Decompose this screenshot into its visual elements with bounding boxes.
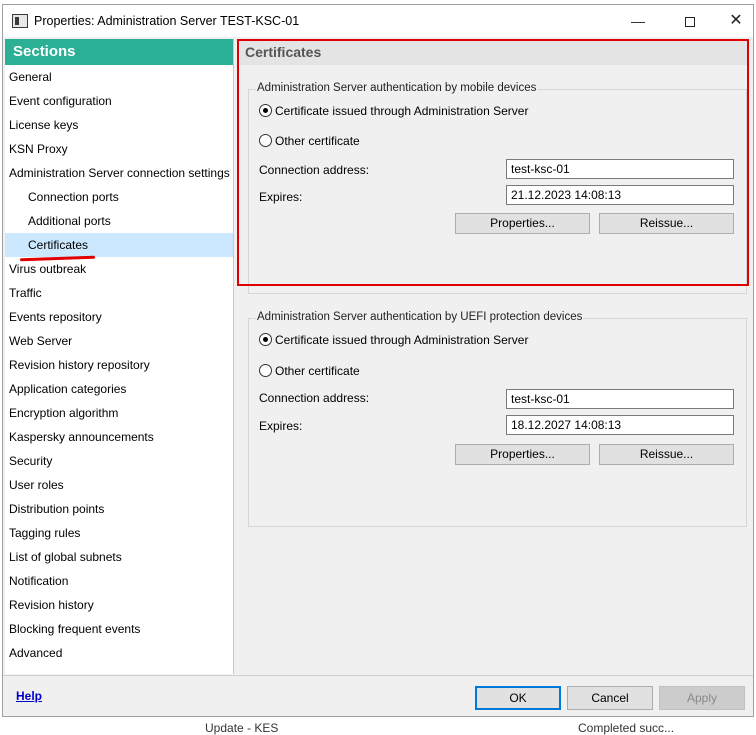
apply-button[interactable]: Apply	[659, 686, 745, 710]
sidebar-item-blocking-frequent-events[interactable]: Blocking frequent events	[5, 617, 233, 641]
cancel-button[interactable]: Cancel	[567, 686, 653, 710]
uefi-connection-address-field[interactable]: test-ksc-01	[506, 389, 734, 409]
sidebar-item-traffic[interactable]: Traffic	[5, 281, 233, 305]
sidebar-item-connection-settings[interactable]: Administration Server connection setting…	[5, 161, 233, 185]
ok-button[interactable]: OK	[475, 686, 561, 710]
window-app-icon	[12, 14, 28, 28]
minimize-button[interactable]: —	[615, 5, 661, 37]
sidebar-item-user-roles[interactable]: User roles	[5, 473, 233, 497]
maximize-button[interactable]	[667, 5, 713, 37]
sidebar-item-event-configuration[interactable]: Event configuration	[5, 89, 233, 113]
sidebar-item-global-subnets[interactable]: List of global subnets	[5, 545, 233, 569]
window-title: Properties: Administration Server TEST-K…	[34, 14, 300, 28]
uefi-connection-address-label: Connection address:	[259, 391, 370, 405]
sidebar-item-application-categories[interactable]: Application categories	[5, 377, 233, 401]
sidebar-item-events-repository[interactable]: Events repository	[5, 305, 233, 329]
radio-checked-icon	[259, 333, 272, 346]
sidebar-item-license-keys[interactable]: License keys	[5, 113, 233, 137]
sidebar-item-certificates[interactable]: Certificates	[5, 233, 233, 257]
uefi-auth-group: Administration Server authentication by …	[248, 311, 747, 527]
radio-unchecked-icon	[259, 364, 272, 377]
sidebar-item-additional-ports[interactable]: Additional ports	[5, 209, 233, 233]
sidebar-item-tagging-rules[interactable]: Tagging rules	[5, 521, 233, 545]
sidebar-item-connection-ports[interactable]: Connection ports	[5, 185, 233, 209]
annotation-highlight-box	[237, 39, 749, 286]
uefi-option-other-radio[interactable]: Other certificate	[259, 364, 360, 378]
uefi-expires-label: Expires:	[259, 419, 303, 433]
background-task-label: Update - KES	[205, 721, 279, 735]
maximize-icon	[685, 17, 695, 28]
uefi-option-other-label: Other certificate	[275, 364, 360, 378]
uefi-reissue-button[interactable]: Reissue...	[599, 444, 734, 465]
sections-header: Sections	[5, 39, 233, 65]
sidebar-item-encryption-algorithm[interactable]: Encryption algorithm	[5, 401, 233, 425]
uefi-option-issued-label: Certificate issued through Administratio…	[275, 333, 529, 347]
uefi-option-issued-radio[interactable]: Certificate issued through Administratio…	[259, 333, 528, 347]
sidebar-item-kaspersky-announcements[interactable]: Kaspersky announcements	[5, 425, 233, 449]
sidebar-item-revision-history-repository[interactable]: Revision history repository	[5, 353, 233, 377]
properties-dialog: Properties: Administration Server TEST-K…	[2, 4, 754, 717]
sidebar-item-advanced[interactable]: Advanced	[5, 641, 233, 665]
dialog-footer: Help OK Cancel Apply	[3, 675, 753, 716]
background-taskbar-row: Update - KES Completed succ...	[0, 718, 756, 735]
sections-sidebar: Sections General Event configuration Lic…	[5, 39, 234, 674]
background-task-status: Completed succ...	[578, 721, 675, 735]
title-bar[interactable]: Properties: Administration Server TEST-K…	[3, 5, 753, 37]
sidebar-item-ksn-proxy[interactable]: KSN Proxy	[5, 137, 233, 161]
close-button[interactable]: ✕	[713, 5, 756, 37]
sidebar-item-web-server[interactable]: Web Server	[5, 329, 233, 353]
uefi-expires-field[interactable]: 18.12.2027 14:08:13	[506, 415, 734, 435]
sidebar-item-notification[interactable]: Notification	[5, 569, 233, 593]
uefi-auth-legend: Administration Server authentication by …	[256, 311, 584, 323]
sidebar-item-general[interactable]: General	[5, 65, 233, 89]
sidebar-item-revision-history[interactable]: Revision history	[5, 593, 233, 617]
sidebar-item-distribution-points[interactable]: Distribution points	[5, 497, 233, 521]
help-link[interactable]: Help	[16, 689, 42, 703]
certificates-panel: Certificates Administration Server authe…	[236, 39, 753, 674]
sidebar-item-security[interactable]: Security	[5, 449, 233, 473]
uefi-properties-button[interactable]: Properties...	[455, 444, 590, 465]
